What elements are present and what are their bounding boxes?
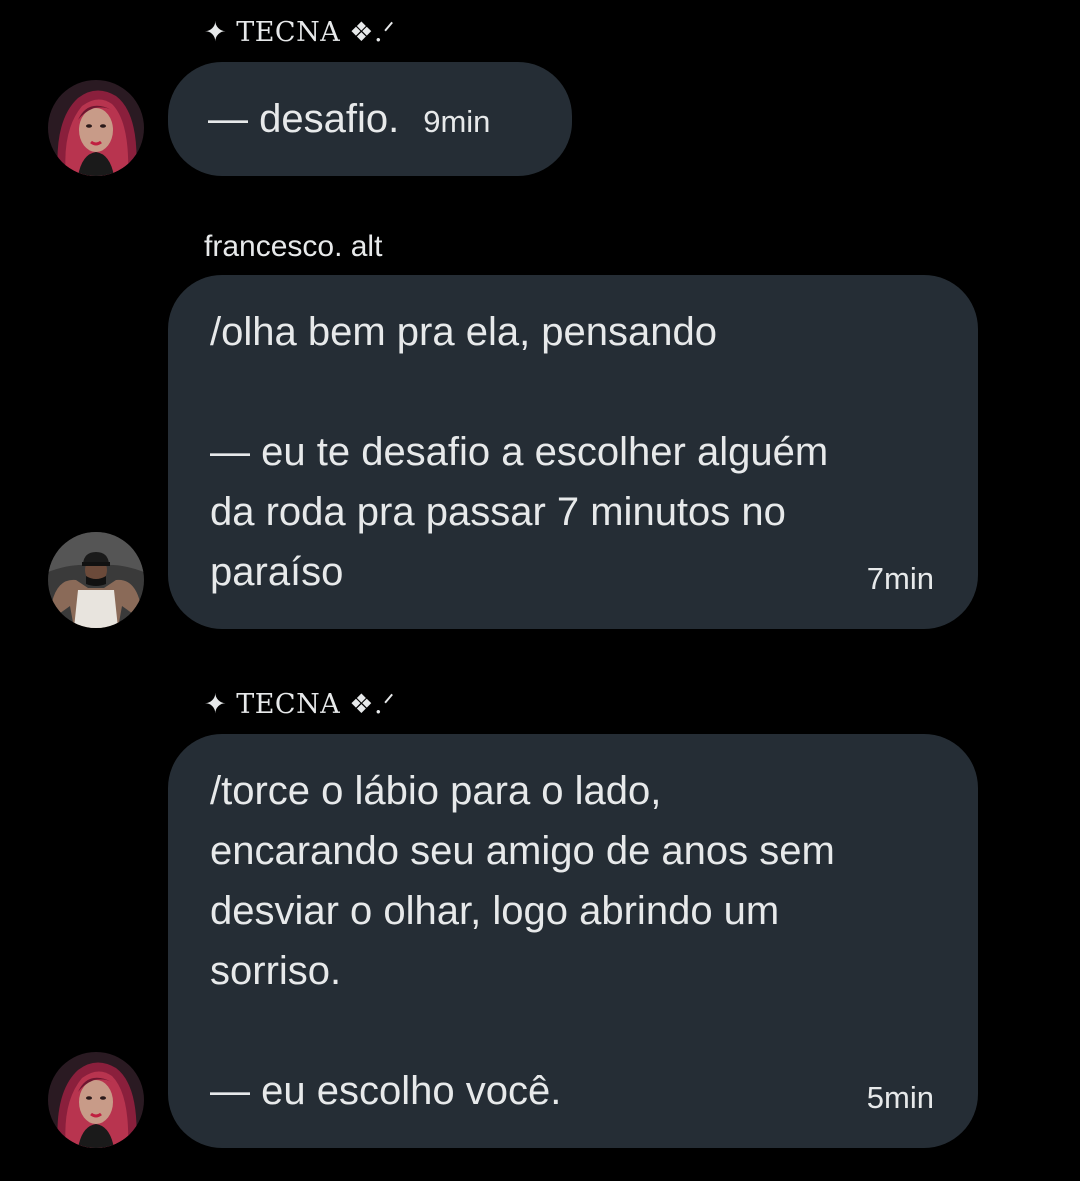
message-timestamp: 5min bbox=[866, 1080, 934, 1115]
message-bubble[interactable]: /olha bem pra ela, pensando — eu te desa… bbox=[168, 275, 978, 629]
message-timestamp: 9min bbox=[423, 104, 491, 139]
avatar[interactable] bbox=[48, 1052, 144, 1148]
message-text: — desafio. bbox=[208, 97, 400, 141]
message-timestamp: 7min bbox=[866, 561, 934, 596]
message-text: /torce o lábio para o lado, encarando se… bbox=[210, 769, 835, 1113]
sender-name: ✦ TECNA ❖.ᐟ bbox=[204, 17, 396, 48]
avatar[interactable] bbox=[48, 532, 144, 628]
message-bubble[interactable]: — desafio. 9min bbox=[168, 62, 572, 176]
sender-name: francesco. alt bbox=[204, 230, 383, 263]
message-bubble[interactable]: /torce o lábio para o lado, encarando se… bbox=[168, 734, 978, 1148]
avatar[interactable] bbox=[48, 80, 144, 176]
woman-pink-hair-avatar-icon bbox=[48, 1052, 144, 1148]
woman-pink-hair-avatar-icon bbox=[48, 80, 144, 176]
man-cap-avatar-icon bbox=[48, 532, 144, 628]
sender-name: ✦ TECNA ❖.ᐟ bbox=[204, 689, 396, 720]
message-text: /olha bem pra ela, pensando — eu te desa… bbox=[210, 310, 829, 594]
